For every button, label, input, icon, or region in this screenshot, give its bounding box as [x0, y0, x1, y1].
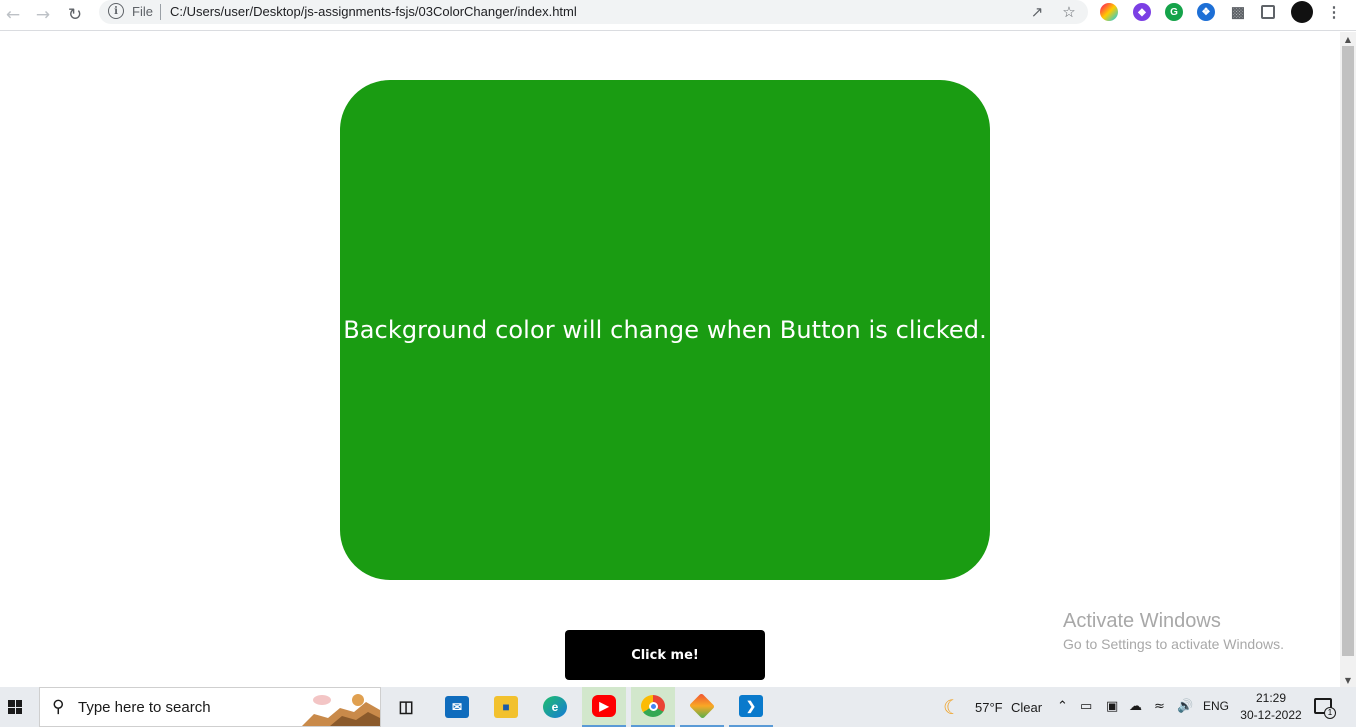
color-box: Background color will change when Button… — [340, 80, 990, 580]
git-app[interactable] — [680, 687, 724, 727]
weather-moon-icon[interactable]: ☾ — [943, 695, 961, 719]
grammar-extension-icon[interactable]: G — [1165, 3, 1183, 21]
youtube-icon: ▶ — [592, 695, 616, 717]
network-extension-icon[interactable]: ❖ — [1197, 3, 1215, 21]
browser-toolbar: ← → ↻ i File C:/Users/user/Desktop/js-as… — [0, 0, 1356, 31]
watermark-title: Activate Windows — [1063, 610, 1221, 632]
address-bar[interactable]: i File C:/Users/user/Desktop/js-assignme… — [99, 0, 1088, 24]
windows-taskbar: ⚲ Type here to search ◫ ✉ ■ e ▶ ❯ ☾ 57°F… — [0, 687, 1356, 727]
page-viewport: Background color will change when Button… — [0, 32, 1340, 687]
task-view-icon: ◫ — [398, 699, 414, 716]
vscode-icon: ❯ — [739, 695, 763, 717]
search-icon: ⚲ — [52, 697, 65, 717]
task-view-button[interactable]: ◫ — [384, 687, 428, 727]
chrome-icon — [641, 695, 665, 717]
volume-icon[interactable]: 🔊 — [1177, 699, 1193, 714]
clock[interactable]: 21:29 30-12-2022 — [1236, 690, 1306, 724]
activate-windows-watermark: Activate Windows Go to Settings to activ… — [1063, 610, 1284, 655]
url-text[interactable]: C:/Users/user/Desktop/js-assignments-fsj… — [170, 4, 577, 19]
start-button[interactable] — [0, 687, 30, 727]
extensions-puzzle-icon[interactable]: ▩ — [1229, 3, 1247, 21]
wifi-icon[interactable]: ≈ — [1154, 699, 1165, 714]
click-me-button[interactable]: Click me! — [565, 630, 765, 680]
onedrive-cloud-icon[interactable]: ☁ — [1129, 699, 1142, 714]
temperature[interactable]: 57°F — [975, 700, 1003, 715]
mail-app[interactable]: ✉ — [435, 687, 479, 727]
notification-count: 1 — [1324, 707, 1336, 719]
edge-icon: e — [543, 696, 567, 718]
site-info-icon[interactable]: i — [108, 3, 124, 19]
scroll-thumb[interactable] — [1342, 46, 1354, 656]
search-placeholder: Type here to search — [78, 699, 211, 716]
file-explorer-app[interactable]: ■ — [484, 687, 528, 727]
page-scrollbar[interactable]: ▲ ▼ — [1340, 32, 1356, 687]
clock-date: 30-12-2022 — [1240, 708, 1302, 722]
profile-avatar[interactable] — [1291, 1, 1313, 23]
vscode-app[interactable]: ❯ — [729, 687, 773, 727]
forward-arrow-icon[interactable]: → — [30, 2, 56, 28]
chevron-up-icon[interactable]: ⌃ — [1057, 699, 1068, 714]
weather-text[interactable]: Clear — [1011, 700, 1042, 715]
color-box-text: Background color will change when Button… — [343, 316, 987, 344]
scheme-label: File — [132, 4, 153, 19]
divider — [160, 4, 161, 20]
meet-now-icon[interactable]: ▣ — [1106, 699, 1118, 714]
windows-logo-icon — [8, 700, 22, 714]
input-language[interactable]: ENG — [1203, 699, 1229, 713]
notification-icon[interactable]: 1 — [1314, 698, 1336, 719]
ai-extension-icon[interactable]: ◆ — [1133, 3, 1151, 21]
search-highlight-art — [302, 694, 380, 726]
battery-icon[interactable]: ▭ — [1080, 699, 1092, 714]
youtube-app[interactable]: ▶ — [582, 687, 626, 727]
side-panel-icon[interactable] — [1261, 5, 1275, 19]
color-picker-extension-icon[interactable] — [1100, 3, 1118, 21]
reload-icon[interactable]: ↻ — [62, 2, 88, 28]
share-icon[interactable]: ↗ — [1027, 2, 1047, 22]
folder-icon: ■ — [494, 696, 518, 718]
menu-kebab-icon[interactable]: ⋮ — [1325, 3, 1343, 21]
git-icon — [688, 692, 716, 720]
edge-app[interactable]: e — [533, 687, 577, 727]
scroll-up-arrow-icon[interactable]: ▲ — [1340, 32, 1356, 46]
mail-icon: ✉ — [445, 696, 469, 718]
bookmark-star-icon[interactable]: ☆ — [1059, 2, 1079, 22]
taskbar-search[interactable]: ⚲ Type here to search — [39, 687, 381, 727]
clock-time: 21:29 — [1255, 691, 1287, 705]
chrome-app[interactable] — [631, 687, 675, 727]
back-arrow-icon[interactable]: ← — [0, 2, 26, 28]
watermark-subtitle: Go to Settings to activate Windows. — [1063, 636, 1284, 652]
scroll-down-arrow-icon[interactable]: ▼ — [1340, 673, 1356, 687]
